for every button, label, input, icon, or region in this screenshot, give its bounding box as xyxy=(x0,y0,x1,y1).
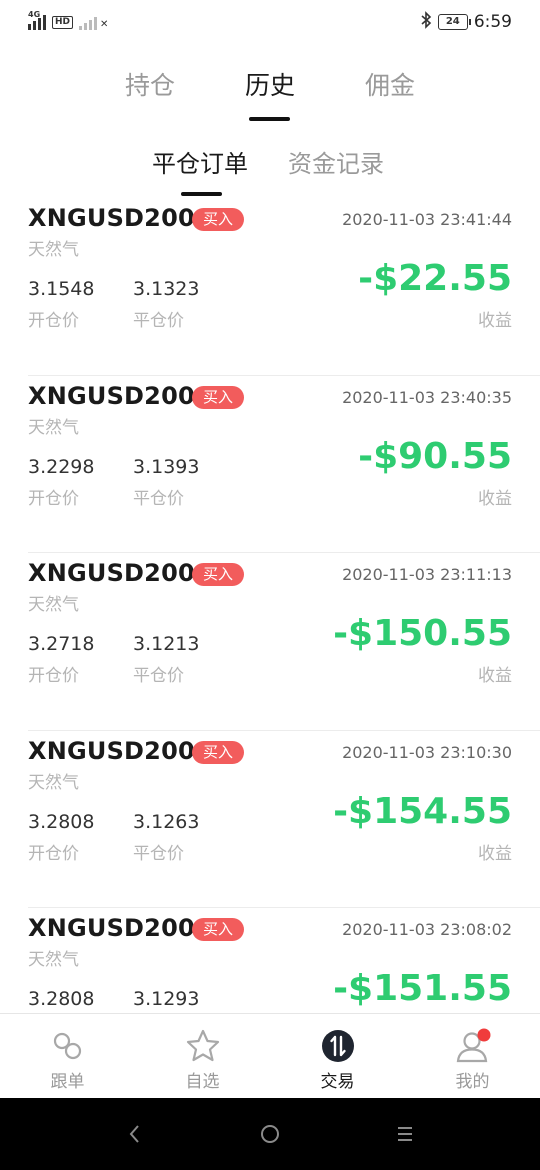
buy-badge: 买入 xyxy=(192,385,244,409)
close-price-value: 3.1263 xyxy=(133,810,200,833)
bottom-nav: 跟单 自选 交易 我的 xyxy=(0,1013,540,1098)
star-icon xyxy=(186,1029,219,1062)
profit-label: 收益 xyxy=(478,311,512,331)
buy-badge: 买入 xyxy=(192,563,244,586)
order-card[interactable]: XNGUSD200 买入 2020-11-03 23:41:44 天然气 3.1… xyxy=(0,198,540,376)
order-time: 2020-11-03 23:08:02 xyxy=(342,920,512,939)
status-right: 24 6:59 xyxy=(420,11,512,33)
order-symbol: XNGUSD200 xyxy=(28,736,195,765)
order-symbol: XNGUSD200 xyxy=(28,381,195,410)
tab-history[interactable]: 历史 xyxy=(220,66,320,102)
nav-label: 自选 xyxy=(185,1072,220,1092)
sub-tab-indicator xyxy=(181,192,222,196)
product-name: 天然气 xyxy=(28,772,79,793)
nav-profile[interactable]: 我的 xyxy=(405,1014,540,1099)
signal-icon: 4G xyxy=(28,10,46,30)
close-price-value: 3.1293 xyxy=(133,988,200,1010)
tab-commission[interactable]: 佣金 xyxy=(340,66,440,102)
order-time: 2020-11-03 23:41:44 xyxy=(342,210,512,229)
profit-value: -$150.55 xyxy=(333,613,512,654)
nav-label: 我的 xyxy=(455,1072,490,1092)
buy-badge: 买入 xyxy=(192,208,244,231)
product-name: 天然气 xyxy=(28,417,79,438)
profit-value: -$154.55 xyxy=(333,790,512,832)
sub-tabs: 平仓订单 资金记录 xyxy=(0,140,540,200)
open-price-value: 3.1548 xyxy=(28,278,95,300)
nav-watchlist[interactable]: 自选 xyxy=(135,1014,270,1099)
nav-trade[interactable]: 交易 xyxy=(270,1014,405,1099)
open-price-value: 3.2808 xyxy=(28,810,95,833)
open-price-value: 3.2298 xyxy=(28,455,95,478)
close-price-label: 平仓价 xyxy=(133,843,184,864)
no-signal-x-icon: ✕ xyxy=(100,19,109,30)
nav-label: 跟单 xyxy=(50,1072,85,1092)
open-price-value: 3.2718 xyxy=(28,633,95,655)
tab-fund-records[interactable]: 资金记录 xyxy=(288,144,384,179)
top-tab-indicator xyxy=(249,117,290,121)
status-bar: 4G HD ✕ 24 6:59 xyxy=(0,0,540,46)
tab-positions[interactable]: 持仓 xyxy=(100,66,200,102)
close-price-value: 3.1213 xyxy=(133,633,200,655)
hd-icon: HD xyxy=(52,16,74,29)
order-symbol: XNGUSD200 xyxy=(28,204,195,232)
product-name: 天然气 xyxy=(28,595,79,615)
product-name: 天然气 xyxy=(28,950,79,970)
profile-icon xyxy=(456,1028,490,1063)
clock: 6:59 xyxy=(473,12,512,32)
open-price-value: 3.2808 xyxy=(28,988,95,1010)
link-icon xyxy=(53,1032,81,1060)
close-price-value: 3.1323 xyxy=(133,278,200,300)
open-price-label: 开仓价 xyxy=(28,666,79,686)
profit-label: 收益 xyxy=(478,843,512,864)
order-symbol: XNGUSD200 xyxy=(28,914,195,942)
close-price-label: 平仓价 xyxy=(133,311,184,331)
open-price-label: 开仓价 xyxy=(28,311,79,331)
trade-icon xyxy=(321,1030,354,1062)
buy-badge: 买入 xyxy=(192,918,244,941)
back-icon[interactable] xyxy=(120,1120,150,1148)
close-price-value: 3.1393 xyxy=(133,455,200,478)
battery-icon: 24 xyxy=(437,14,471,30)
order-card[interactable]: XNGUSD200 买入 2020-11-03 23:40:35 天然气 3.2… xyxy=(0,376,540,553)
order-card[interactable]: XNGUSD200 买入 2020-11-03 23:08:02 天然气 3.2… xyxy=(0,908,540,1013)
status-left: 4G HD ✕ xyxy=(28,10,109,30)
nav-label: 交易 xyxy=(320,1072,355,1092)
order-symbol: XNGUSD200 xyxy=(28,559,195,587)
top-tabs: 持仓 历史 佣金 xyxy=(0,62,540,122)
bluetooth-icon xyxy=(420,11,432,33)
order-card[interactable]: XNGUSD200 买入 2020-11-03 23:10:30 天然气 3.2… xyxy=(0,731,540,908)
profit-label: 收益 xyxy=(478,488,512,509)
open-price-label: 开仓价 xyxy=(28,843,79,864)
tab-closed-orders[interactable]: 平仓订单 xyxy=(152,144,248,179)
order-card[interactable]: XNGUSD200 买入 2020-11-03 23:11:13 天然气 3.2… xyxy=(0,553,540,731)
profit-value: -$22.55 xyxy=(358,258,512,299)
order-time: 2020-11-03 23:11:13 xyxy=(342,565,512,584)
buy-badge: 买入 xyxy=(192,740,244,764)
order-time: 2020-11-03 23:40:35 xyxy=(342,387,512,407)
close-price-label: 平仓价 xyxy=(133,488,184,509)
notification-dot xyxy=(477,1028,490,1042)
profit-label: 收益 xyxy=(478,666,512,686)
network-type-label: 4G xyxy=(28,10,41,19)
open-price-label: 开仓价 xyxy=(28,488,79,509)
system-nav-bar xyxy=(0,1098,540,1170)
closed-orders-list[interactable]: XNGUSD200 买入 2020-11-03 23:41:44 天然气 3.1… xyxy=(0,198,540,1013)
home-icon[interactable] xyxy=(255,1120,285,1148)
profit-value: -$151.55 xyxy=(333,968,512,1009)
close-price-label: 平仓价 xyxy=(133,666,184,686)
order-time: 2020-11-03 23:10:30 xyxy=(342,742,512,762)
nav-copy-trade[interactable]: 跟单 xyxy=(0,1014,135,1099)
profit-value: -$90.55 xyxy=(358,435,512,477)
product-name: 天然气 xyxy=(28,240,79,260)
menu-icon[interactable] xyxy=(390,1120,420,1148)
signal-weak-icon xyxy=(79,12,98,30)
